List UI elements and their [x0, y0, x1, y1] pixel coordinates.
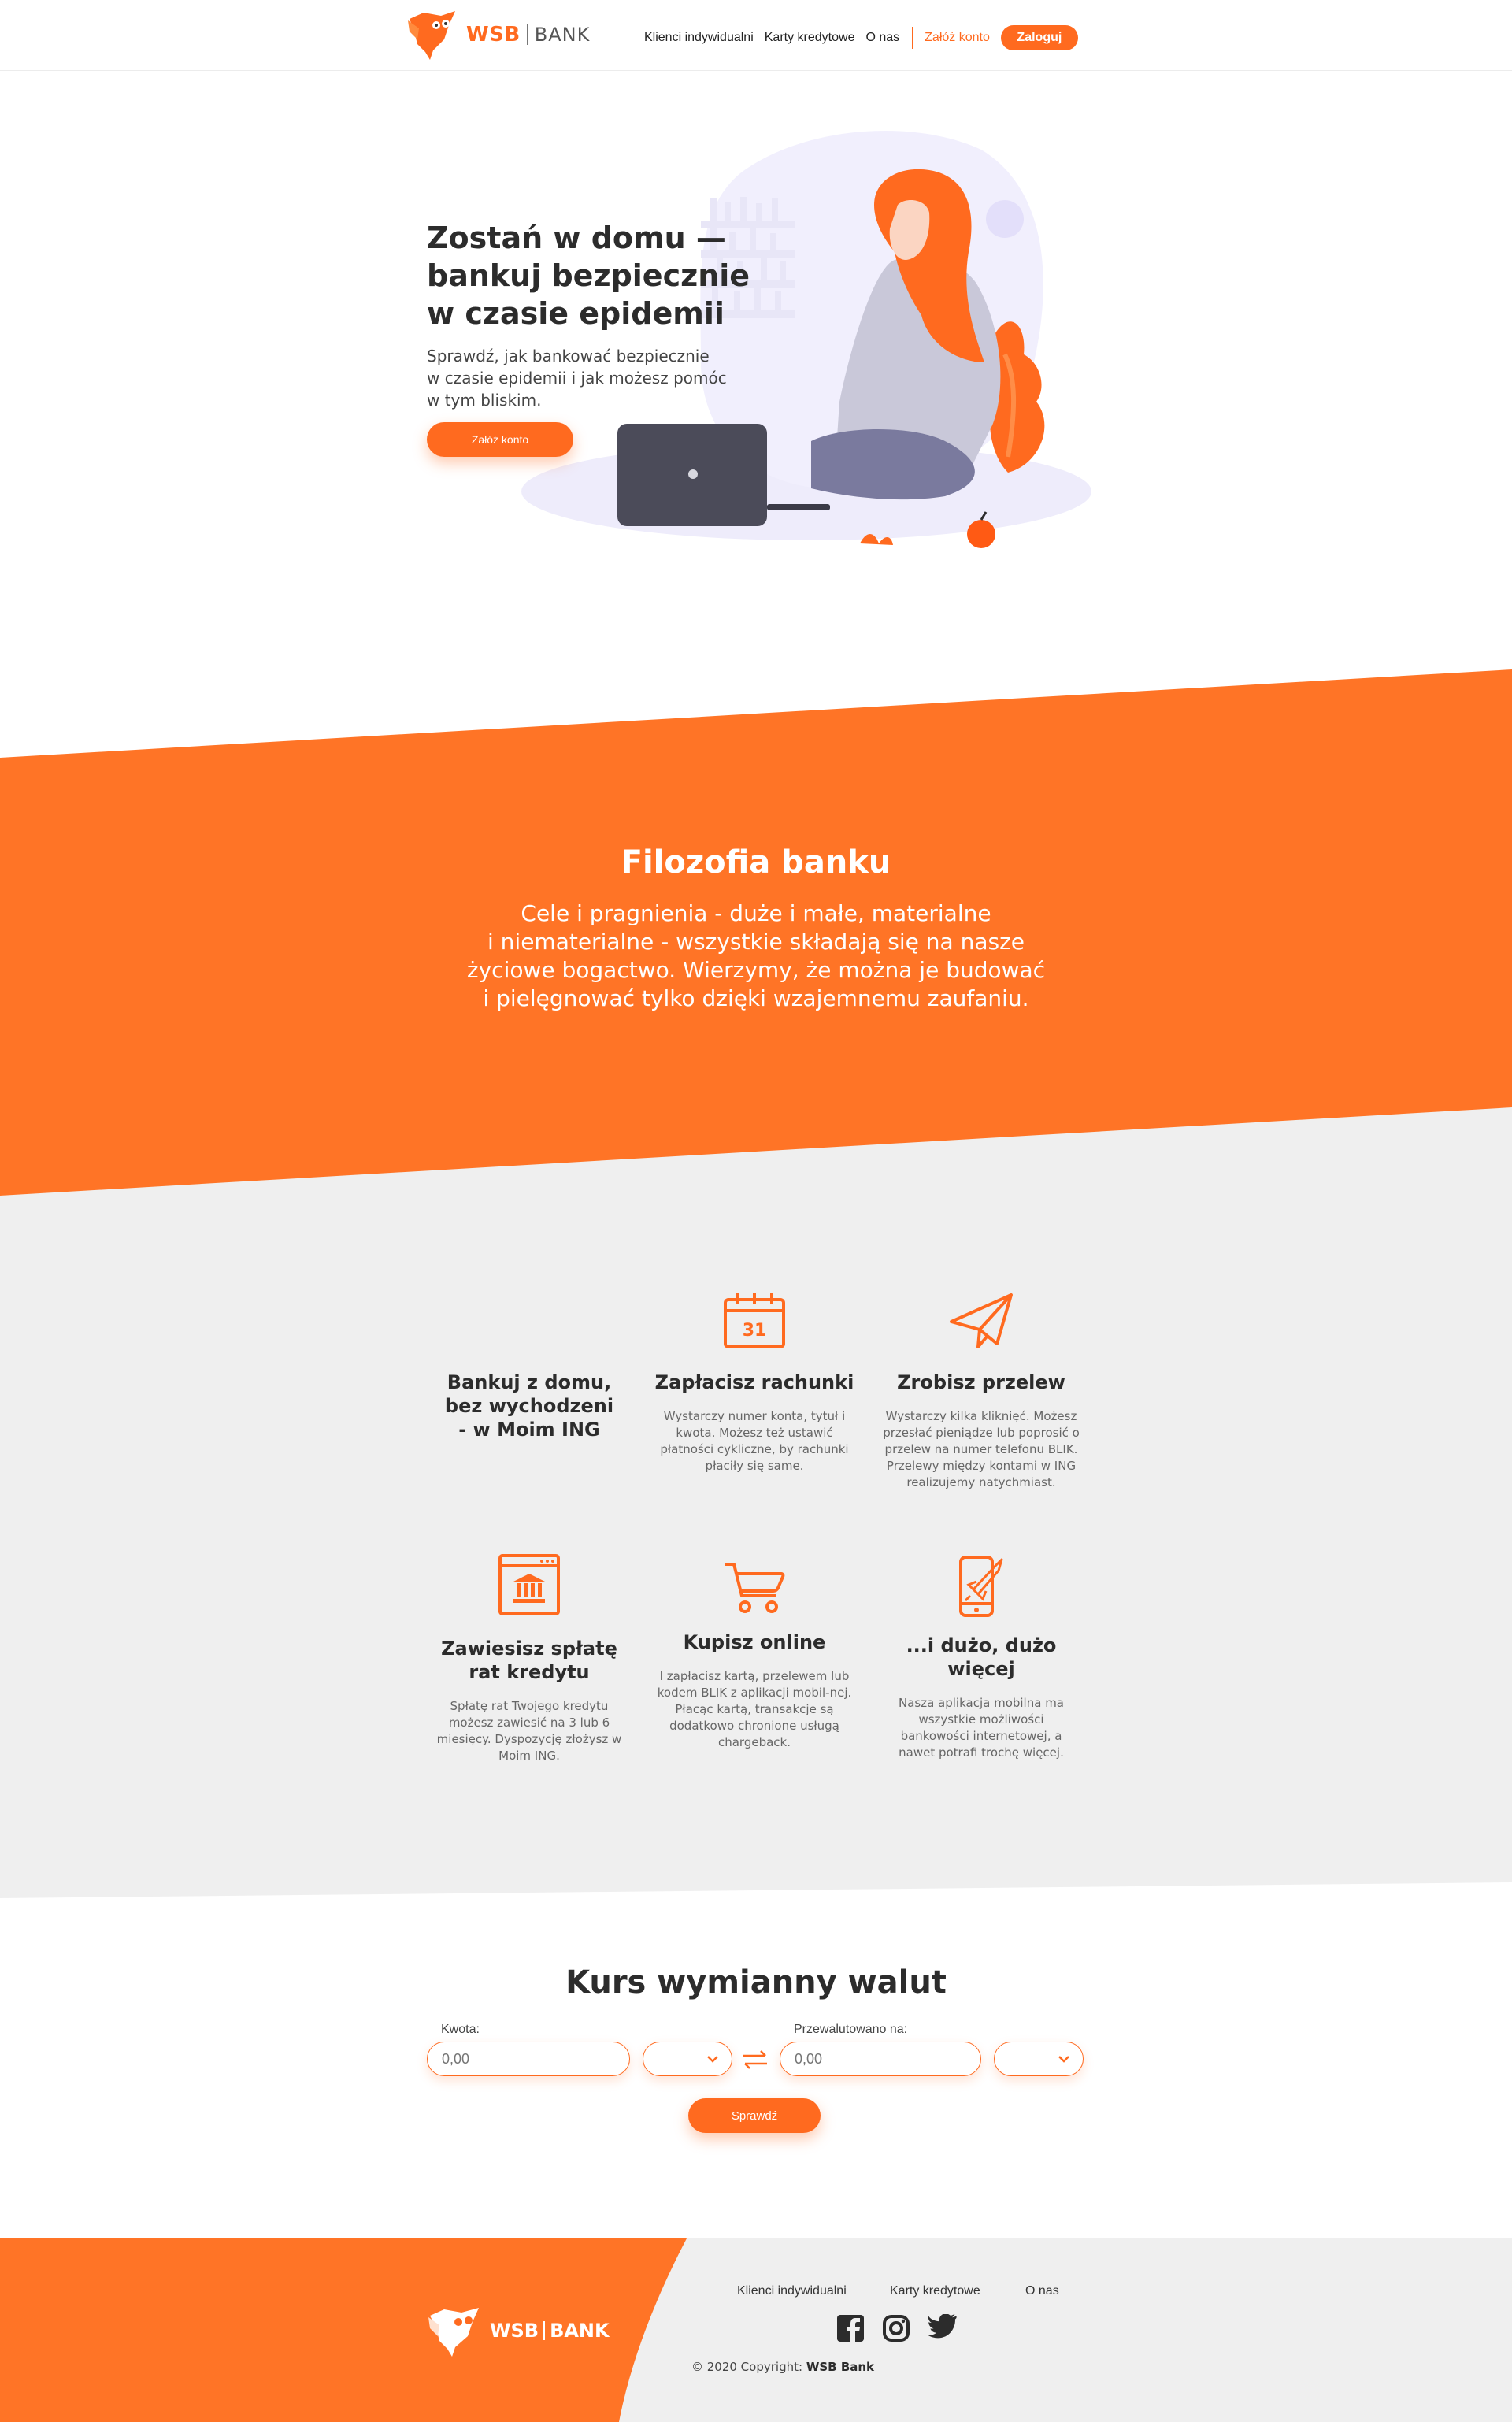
footer-brand-suffix: BANK	[550, 2320, 610, 2342]
hero-signup-button[interactable]: Załóż konto	[427, 422, 573, 457]
feature-description: Nasza aplikacja mobilna ma wszystkie moż…	[898, 1696, 1064, 1760]
page: WSB BANK Klienci indywidualni Karty kred…	[0, 0, 1512, 2422]
philosophy-line-4: i pielęgnować tylko dzięki wzajemnemu za…	[483, 985, 1029, 1011]
brand-name: WSB	[466, 23, 521, 46]
feature-title-line-2: bez wychodzeni	[444, 1395, 614, 1417]
hero-subtitle-line-1: Sprawdź, jak bankować bezpiecznie	[427, 347, 710, 365]
hero-title-line-2: bankuj bezpiecznie	[427, 258, 750, 293]
philosophy-line-3: życiowe bogactwo. Wierzymy, że można je …	[466, 957, 1046, 983]
hero-subtitle-line-2: w czasie epidemii i jak możesz pomóc	[427, 369, 727, 388]
feature-title: Bankuj z domu, bez wychodzeni - w Moim I…	[427, 1370, 632, 1441]
twitter-icon[interactable]	[928, 2314, 958, 2341]
feature-and-more: ...i dużo, dużo więcej Nasza aplikacja m…	[879, 1555, 1084, 1761]
copyright-brand: WSB Bank	[806, 2360, 875, 2374]
footer: WSB BANK Klienci indywidualni Karty kred…	[0, 2238, 1512, 2422]
features-panel-bg	[0, 1103, 1512, 1898]
footer-logo[interactable]: WSB BANK	[427, 2303, 610, 2358]
feature-description: Spłatę rat Twojego kredytu możesz zawies…	[436, 1699, 622, 1763]
login-button[interactable]: Zaloguj	[1000, 25, 1078, 50]
footer-link-credit-cards[interactable]: Karty kredytowe	[890, 2284, 980, 2298]
converted-label: Przewalutowano na:	[794, 2023, 908, 2036]
feature-description: Wystarczy kilka kliknięć. Możesz przesła…	[883, 1409, 1080, 1489]
chevron-down-icon	[707, 2056, 718, 2063]
feature-shop-online: Kupisz online I zapłacisz kartą, przelew…	[652, 1560, 857, 1751]
footer-brand-name: WSB	[490, 2320, 539, 2342]
bank-icon	[498, 1554, 560, 1615]
feature-title: Zrobisz przelew	[897, 1371, 1065, 1393]
feature-title-line-3: - w Moim ING	[458, 1419, 600, 1441]
nav-link-individual-clients[interactable]: Klienci indywidualni	[644, 31, 754, 45]
calendar-icon: 31	[724, 1293, 785, 1348]
nav-signup-link[interactable]: Załóż konto	[925, 31, 990, 45]
instagram-icon[interactable]	[882, 2314, 910, 2342]
brand-suffix: BANK	[534, 24, 591, 46]
paper-plane-icon	[950, 1293, 1013, 1348]
footer-brand-separator	[543, 2321, 546, 2340]
copyright: © 2020 Copyright: WSB Bank	[0, 2360, 1512, 2374]
footer-link-individual-clients[interactable]: Klienci indywidualni	[737, 2284, 847, 2298]
facebook-icon[interactable]	[836, 2314, 865, 2342]
nav-link-about[interactable]: O nas	[865, 31, 899, 45]
philosophy-text: Cele i pragnienia - duże i małe, materia…	[441, 899, 1071, 1013]
feature-description: I zapłacisz kartą, przelewem lub kodem B…	[657, 1669, 852, 1749]
feature-suspend-loan: Zawiesisz spłatę rat kredytu Spłatę rat …	[427, 1553, 632, 1764]
copyright-prefix: © 2020 Copyright:	[691, 2360, 803, 2374]
brand-separator	[526, 24, 528, 45]
philosophy-line-1: Cele i pragnienia - duże i małe, materia…	[521, 900, 991, 926]
feature-title-line-2: rat kredytu	[469, 1661, 590, 1683]
nav-links: Klienci indywidualni Karty kredytowe O n…	[644, 25, 1078, 50]
from-currency-select[interactable]	[643, 2042, 732, 2076]
feature-title: Zapłacisz rachunki	[654, 1371, 854, 1393]
nav-divider	[912, 27, 914, 49]
nav-link-credit-cards[interactable]: Karty kredytowe	[765, 31, 855, 45]
feature-title: Zawiesisz spłatę rat kredytu	[427, 1637, 632, 1684]
owl-logo-icon	[408, 11, 455, 60]
hero-title-line-3: w czasie epidemii	[427, 296, 724, 331]
feature-title-line-1: Zawiesisz spłatę	[441, 1638, 617, 1660]
hero-subtitle-line-3: w tym bliskim.	[427, 391, 542, 410]
feature-title-line-1: Bankuj z domu,	[447, 1371, 612, 1393]
mobile-rocket-icon	[959, 1556, 1003, 1617]
chevron-down-icon	[1058, 2056, 1069, 2063]
hero-subtitle: Sprawdź, jak bankować bezpiecznie w czas…	[427, 345, 773, 411]
feature-make-transfer: Zrobisz przelew Wystarczy kilka kliknięć…	[879, 1292, 1084, 1491]
feature-pay-bills: 31 Zapłacisz rachunki Wystarczy numer ko…	[652, 1292, 857, 1474]
feature-title: Kupisz online	[683, 1631, 826, 1653]
amount-label: Kwota:	[441, 2023, 480, 2036]
feature-bank-from-home: Bankuj z domu, bez wychodzeni - w Moim I…	[427, 1370, 632, 1441]
brand-logo[interactable]: WSB BANK	[406, 8, 590, 61]
owl-logo-icon	[428, 2308, 479, 2357]
check-rate-button[interactable]: Sprawdź	[688, 2098, 821, 2133]
top-navbar: WSB BANK Klienci indywidualni Karty kred…	[0, 0, 1512, 71]
philosophy-title: Filozofia banku	[621, 844, 891, 881]
swap-arrows-icon[interactable]	[742, 2049, 769, 2070]
footer-link-about[interactable]: O nas	[1025, 2284, 1059, 2298]
hero-title-line-1: Zostań w domu —	[427, 221, 726, 255]
amount-input[interactable]	[427, 2042, 630, 2076]
feature-description: Wystarczy numer konta, tytuł i kwota. Mo…	[660, 1409, 849, 1473]
exchange-title: Kurs wymianny walut	[565, 1964, 947, 2001]
converted-input[interactable]	[780, 2042, 981, 2076]
hero-title: Zostań w domu — bankuj bezpiecznie w cza…	[427, 219, 789, 332]
feature-title: ...i dużo, dużo więcej	[906, 1634, 1057, 1680]
shopping-cart-icon	[724, 1563, 785, 1613]
calendar-day: 31	[743, 1321, 767, 1341]
to-currency-select[interactable]	[994, 2042, 1084, 2076]
philosophy-line-2: i niematerialne - wszystkie składają się…	[487, 929, 1025, 955]
